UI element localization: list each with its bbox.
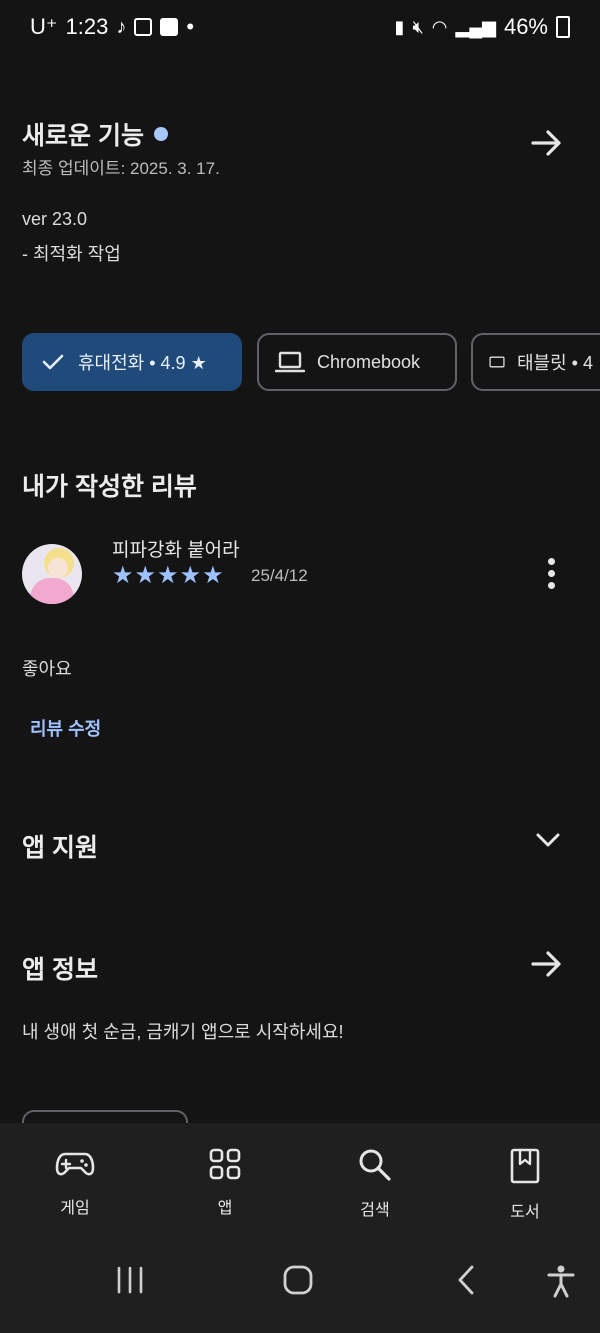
arrow-right-icon[interactable] — [530, 947, 564, 981]
nav-books[interactable]: 도서 — [475, 1148, 575, 1222]
recent-apps-icon[interactable] — [114, 1264, 146, 1296]
signal-icon: ▂▄▆ — [455, 16, 496, 37]
mute-icon: 🔇︎ — [412, 16, 424, 37]
nav-games[interactable]: 게임 — [25, 1148, 125, 1218]
version-text: ver 23.0 — [22, 209, 88, 229]
nav-search-label: 검색 — [360, 1202, 390, 1219]
gallery-icon — [134, 18, 153, 36]
app-support-row[interactable]: 앱 지원 — [0, 810, 600, 876]
reviewer-name: 피파강화 붙어라 — [112, 540, 240, 561]
wifi-icon: ◠ — [431, 16, 448, 37]
battery-icon — [556, 16, 570, 38]
nav-apps[interactable]: 앱 — [175, 1148, 275, 1218]
nav-books-label: 도서 — [510, 1204, 540, 1221]
clock: 1:23 — [65, 14, 109, 39]
chevron-down-icon — [536, 833, 560, 847]
edit-review-link[interactable]: 리뷰 수정 — [30, 715, 101, 741]
update-note: - 최적화 작업 — [22, 244, 121, 264]
chip-phone[interactable]: 휴대전화 • 4.9 ★ — [22, 333, 242, 391]
laptop-icon — [275, 351, 305, 373]
new-indicator-dot — [153, 127, 168, 141]
battery-saver-icon: ▮ — [394, 16, 405, 37]
battery-percent: 46% — [503, 14, 548, 39]
chip-phone-label: 휴대전화 • 4.9 ★ — [78, 353, 207, 373]
app-support-heading: 앱 지원 — [22, 834, 98, 862]
last-updated: 최종 업데이트: 2025. 3. 17. — [22, 159, 220, 178]
apps-grid-icon — [209, 1148, 241, 1180]
whats-new-header[interactable]: 새로운 기능 — [22, 116, 168, 152]
whats-new-title: 새로운 기능 — [22, 122, 144, 150]
rating-stars: ★★★★★ — [112, 562, 225, 589]
chip-chromebook[interactable]: Chromebook — [257, 333, 457, 391]
more-options-icon[interactable] — [546, 558, 556, 589]
arrow-right-icon[interactable] — [530, 126, 564, 160]
gamepad-icon — [55, 1152, 95, 1176]
accessibility-icon[interactable] — [545, 1264, 577, 1298]
review-text: 좋아요 — [22, 659, 72, 679]
book-icon — [510, 1148, 540, 1184]
chip-tablet[interactable]: 태블릿 • 4 — [471, 333, 600, 391]
bottom-navigation: 게임 앱 검색 도서 — [0, 1123, 600, 1333]
nav-apps-label: 앱 — [217, 1200, 233, 1217]
status-bar-right: ▮ 🔇︎ ◠ ▂▄▆ 46% — [395, 14, 570, 40]
chip-chromebook-label: Chromebook — [317, 351, 421, 372]
review-date: 25/4/12 — [251, 566, 308, 585]
my-review-heading: 내가 작성한 리뷰 — [22, 473, 197, 501]
nav-games-label: 게임 — [60, 1200, 90, 1217]
tiktok-icon: ♪ — [116, 15, 127, 38]
notification-dot: • — [186, 14, 195, 39]
carrier-label: U⁺ — [30, 14, 58, 39]
back-icon[interactable] — [454, 1264, 478, 1296]
check-icon — [42, 354, 64, 370]
tablet-icon — [489, 356, 505, 368]
app-notification-icon — [160, 18, 179, 36]
search-icon — [359, 1149, 391, 1181]
nav-search[interactable]: 검색 — [325, 1148, 425, 1220]
home-icon[interactable] — [282, 1264, 314, 1296]
chip-tablet-label: 태블릿 • 4 — [517, 353, 593, 373]
avatar — [22, 544, 82, 604]
app-description: 내 생애 첫 순금, 금캐기 앱으로 시작하세요! — [22, 1022, 344, 1042]
app-info-heading: 앱 정보 — [22, 956, 98, 984]
status-bar-left: U⁺ 1:23 ♪ • — [30, 14, 194, 40]
